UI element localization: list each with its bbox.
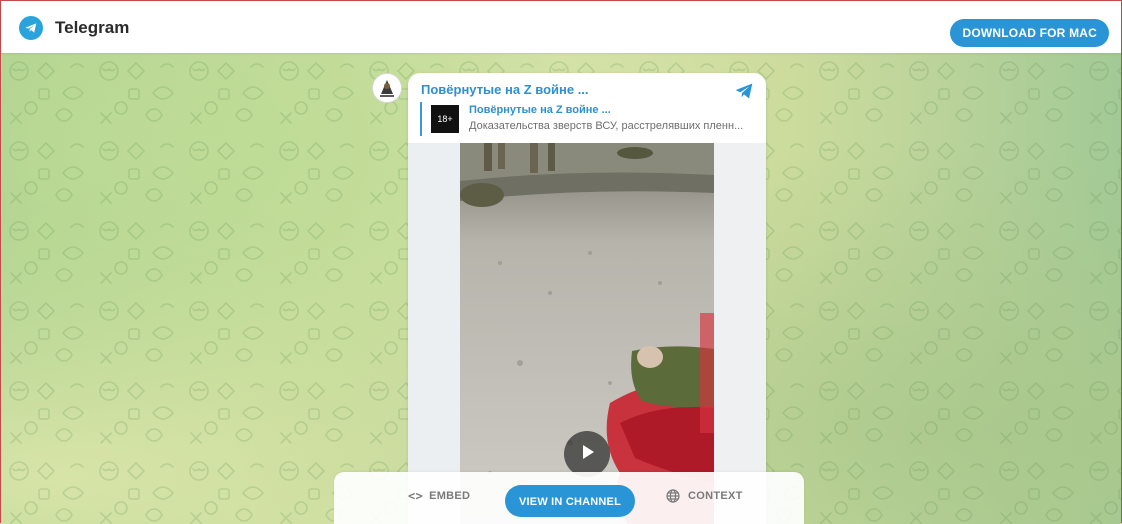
view-in-channel-button[interactable]: VIEW IN CHANNEL [505, 485, 635, 517]
play-button[interactable] [564, 431, 610, 477]
forward-preview-text: Доказательства зверств ВСУ, расстрелявши… [469, 120, 744, 132]
telegram-logo-icon [19, 16, 43, 40]
video-player[interactable] [408, 143, 766, 524]
context-label: CONTEXT [688, 490, 743, 502]
action-bar: <> EMBED VIEW IN CHANNEL CONTEXT [334, 472, 804, 524]
message-card: Повёрнутые на Z войне ... 18+ Повёрнутые… [408, 73, 766, 524]
code-icon: <> [408, 489, 424, 503]
video-letterbox-right [714, 143, 766, 524]
forwarded-from[interactable]: 18+ Повёрнутые на Z войне ... Доказатель… [420, 102, 752, 136]
embed-button[interactable]: <> EMBED [408, 489, 470, 503]
video-letterbox-left [408, 143, 460, 524]
embed-label: EMBED [429, 490, 471, 502]
forward-channel-name: Повёрнутые на Z войне ... [469, 104, 611, 116]
download-for-mac-button[interactable]: DOWNLOAD FOR MAC [950, 19, 1109, 47]
context-button[interactable]: CONTEXT [666, 489, 743, 503]
globe-icon [666, 489, 680, 503]
brand[interactable]: Telegram [19, 15, 129, 41]
telegram-share-icon[interactable] [734, 81, 754, 101]
top-header: Telegram DOWNLOAD FOR MAC [1, 1, 1121, 53]
channel-title[interactable]: Повёрнутые на Z войне ... [421, 82, 589, 97]
channel-avatar[interactable] [372, 73, 402, 103]
play-icon [578, 443, 596, 466]
forward-thumbnail: 18+ [431, 105, 459, 133]
brand-name: Telegram [55, 18, 130, 37]
